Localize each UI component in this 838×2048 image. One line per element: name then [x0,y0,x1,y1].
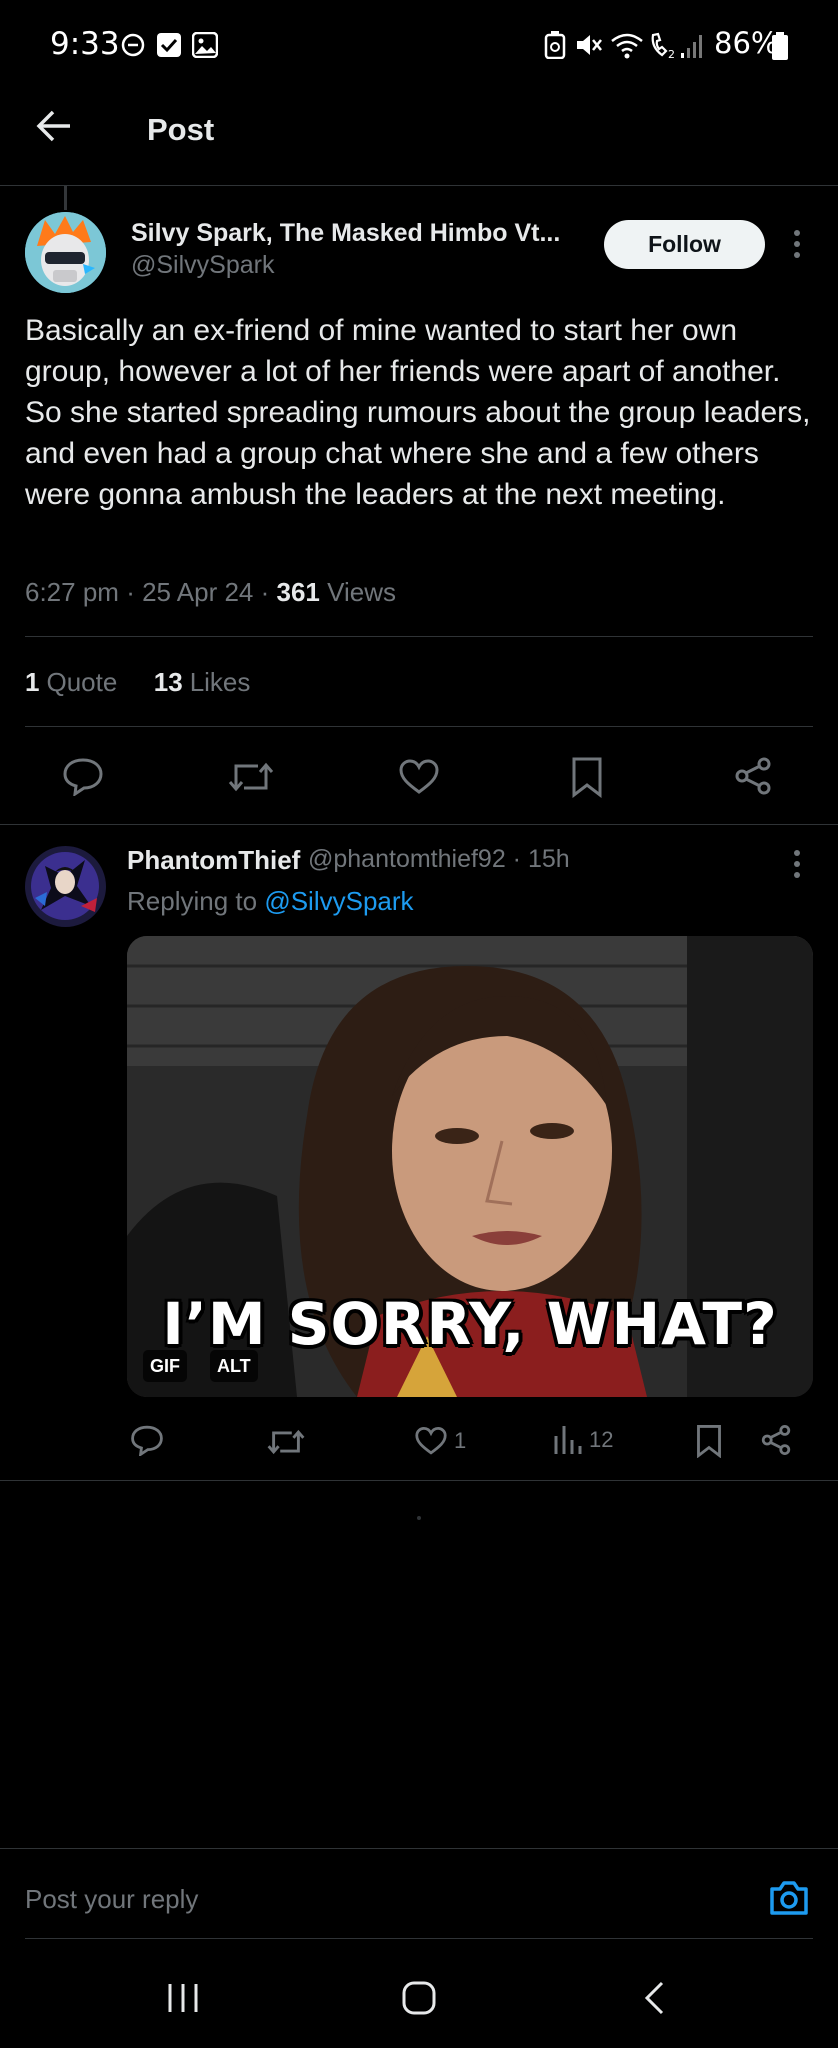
svg-text:2: 2 [668,48,675,59]
repost-icon[interactable] [228,758,274,796]
composer-divider [0,1848,838,1849]
views-count: 361 [276,577,320,607]
reply-like-count: 1 [454,1428,467,1453]
reply-avatar[interactable] [25,846,106,927]
replying-mention[interactable]: @SilvySpark [264,886,413,916]
battery-saver-icon [544,31,566,59]
reply-input[interactable]: Post your reply [25,1884,198,1915]
loading-dot [417,1516,421,1520]
gif-caption: I’M SORRY, WHAT? [162,1290,778,1358]
post-meta: 6:27 pm · 25 Apr 24 · 361 Views [25,577,397,607]
back-nav-icon[interactable] [642,1980,666,2016]
author-name[interactable]: Silvy Spark, The Masked Himbo Vt... [131,219,560,248]
wifi-calling-icon: 2 [648,31,678,59]
home-icon[interactable] [401,1980,437,2016]
avatar[interactable] [25,212,106,293]
wifi-icon [610,31,644,59]
checkbox-notification-icon [156,32,182,58]
back-arrow-icon[interactable] [34,106,74,146]
composer-bottom-divider [25,1938,813,1939]
dnd-icon [120,32,146,58]
reply-like-button[interactable]: 1 [414,1426,466,1456]
gif-media[interactable]: I’M SORRY, WHAT? GIF ALT [127,936,813,1397]
mute-icon [574,31,602,59]
thread-line [64,186,67,210]
stats-divider [25,726,813,727]
replying-to: Replying to @SilvySpark [127,886,414,917]
reply-more-icon[interactable] [792,849,802,879]
page-title: Post [147,112,215,147]
bookmark-icon[interactable] [570,756,604,798]
camera-icon[interactable] [768,1879,810,1917]
reply-views-button[interactable]: 12 [553,1424,613,1456]
gallery-notification-icon [192,32,218,58]
replying-prefix: Replying to [127,886,258,916]
reply-divider [0,1480,838,1481]
reply-author-name[interactable]: PhantomThief [127,845,300,876]
views-label: Views [327,577,397,607]
battery-icon [772,32,788,60]
post-divider [0,824,838,825]
recents-icon[interactable] [166,1982,200,2014]
reply-icon[interactable] [62,756,104,796]
share-icon[interactable] [733,756,773,796]
gif-badge: GIF [143,1350,187,1382]
likes-label: Likes [189,667,251,697]
reply-views-count: 12 [589,1427,614,1452]
reply-share-icon[interactable] [760,1424,792,1456]
reply-repost-icon[interactable] [267,1426,305,1458]
quotes-label: Quote [46,667,118,697]
quotes-stat[interactable]: 1 Quote [25,667,117,697]
likes-count: 13 [153,667,183,697]
header-divider [0,185,838,186]
quotes-count: 1 [25,667,40,697]
signal-icon [680,31,706,59]
follow-button[interactable]: Follow [604,220,765,269]
battery-percent: 86% [714,26,779,60]
status-time: 9:33 [50,26,120,62]
likes-stat[interactable]: 13 Likes [154,667,251,697]
alt-badge[interactable]: ALT [210,1350,258,1382]
like-icon[interactable] [398,758,440,796]
reply-author-handle-time[interactable]: @phantomthief92 · 15h [308,845,570,874]
views-icon [554,1426,582,1454]
post-text: Basically an ex-friend of mine wanted to… [25,314,811,511]
post-date: 25 Apr 24 [142,577,254,607]
reply-like-icon [415,1426,447,1455]
meta-divider [25,636,813,637]
post-stats: 1 Quote 13 Likes [25,667,250,698]
author-handle[interactable]: @SilvySpark [131,251,274,280]
reply-bookmark-icon[interactable] [695,1424,723,1458]
post-time: 6:27 pm [25,577,119,607]
more-icon[interactable] [792,228,802,260]
reply-reply-icon[interactable] [130,1424,164,1456]
